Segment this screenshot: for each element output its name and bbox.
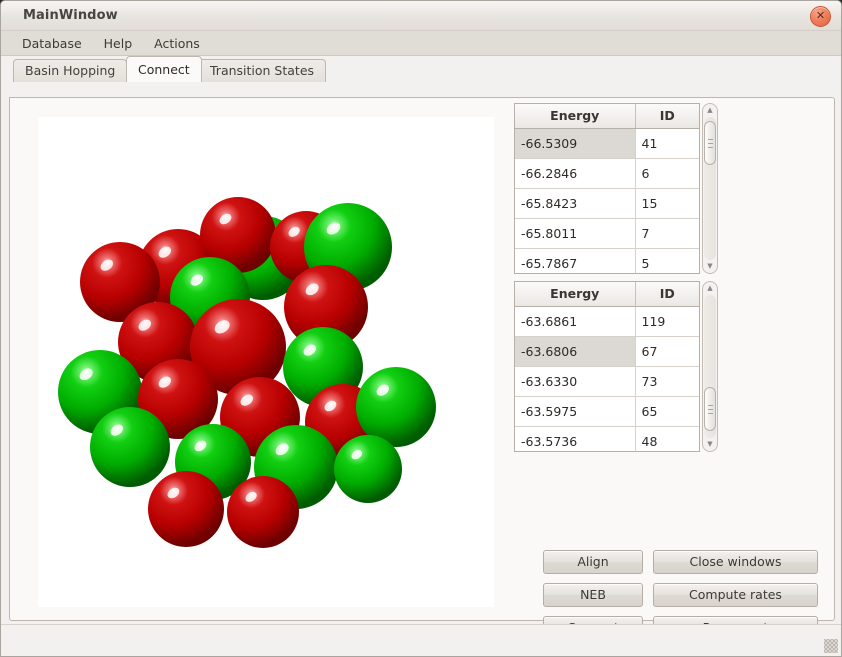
- cell-id[interactable]: 119: [635, 306, 699, 337]
- atom-sphere: [90, 407, 170, 487]
- cell-energy[interactable]: -65.8011: [515, 218, 636, 249]
- table-header-row: Energy ID: [515, 282, 699, 307]
- close-windows-button[interactable]: Close windows: [653, 550, 818, 574]
- title-bar: MainWindow ✕: [1, 1, 841, 31]
- cell-energy[interactable]: -63.5975: [515, 396, 636, 427]
- table-header-row: Energy ID: [515, 104, 699, 129]
- minima-table-scrollbar[interactable]: ▲ ▼: [702, 103, 718, 274]
- atom-sphere: [148, 471, 224, 547]
- scrollbar-grip-icon: [708, 139, 713, 148]
- menu-bar: Database Help Actions: [1, 31, 841, 56]
- tab-transition-states[interactable]: Transition States: [198, 59, 327, 82]
- scroll-down-arrow[interactable]: ▼: [703, 260, 717, 273]
- table-row[interactable]: -66.5309 41: [515, 128, 699, 159]
- column-header-energy[interactable]: Energy: [515, 104, 636, 129]
- transition-states-table-scrollbar[interactable]: ▲ ▼: [702, 281, 718, 452]
- transition-states-table[interactable]: Energy ID -63.6861 119 -63.6806 67 -63.6330 7…: [515, 282, 699, 451]
- cell-id[interactable]: 65: [635, 396, 699, 427]
- cell-id[interactable]: 67: [635, 336, 699, 367]
- cell-energy[interactable]: -65.8423: [515, 188, 636, 219]
- menu-item-actions[interactable]: Actions: [145, 33, 209, 54]
- tab-bar: Basin Hopping Connect Transition States: [1, 56, 841, 82]
- cell-energy[interactable]: -63.6806: [515, 336, 636, 367]
- cell-id[interactable]: 48: [635, 426, 699, 451]
- cell-energy[interactable]: -65.7867: [515, 248, 636, 273]
- tab-basin-hopping[interactable]: Basin Hopping: [13, 59, 128, 82]
- cell-id[interactable]: 73: [635, 366, 699, 397]
- scrollbar-grip-icon: [708, 405, 713, 414]
- close-window-button[interactable]: ✕: [810, 6, 831, 27]
- cell-id[interactable]: 5: [635, 248, 699, 273]
- scroll-down-arrow[interactable]: ▼: [703, 438, 717, 451]
- transition-states-table-frame: Energy ID -63.6861 119 -63.6806 67 -63.6330 7…: [514, 281, 700, 452]
- minima-table[interactable]: Energy ID -66.5309 41 -66.2846 6 -65.8423 15-…: [515, 104, 699, 273]
- cell-energy[interactable]: -63.6861: [515, 306, 636, 337]
- scroll-up-arrow[interactable]: ▲: [703, 282, 717, 295]
- tab-connect[interactable]: Connect: [126, 56, 202, 82]
- close-icon: ✕: [815, 9, 826, 22]
- molecule-viewport[interactable]: [38, 117, 494, 607]
- column-header-energy[interactable]: Energy: [515, 282, 636, 307]
- column-header-id[interactable]: ID: [635, 282, 699, 307]
- neb-button[interactable]: NEB: [543, 583, 643, 607]
- table-row[interactable]: -63.6330 73: [515, 366, 699, 397]
- cell-id[interactable]: 7: [635, 218, 699, 249]
- scrollbar-thumb[interactable]: [704, 121, 716, 165]
- table-row[interactable]: -65.7867 5: [515, 248, 699, 273]
- minima-table-body: -66.5309 41 -66.2846 6 -65.8423 15 -65.8011 7 -6…: [515, 128, 699, 273]
- molecule-render: [58, 197, 436, 548]
- align-button[interactable]: Align: [543, 550, 643, 574]
- transition-states-table-block: Energy ID -63.6861 119 -63.6806 67 -63.6330 7…: [514, 281, 718, 452]
- cell-id[interactable]: 41: [635, 128, 699, 159]
- resize-grip-icon[interactable]: [824, 639, 838, 653]
- main-window: MainWindow ✕ Database Help Actions Basin…: [0, 0, 842, 657]
- atom-sphere: [334, 435, 402, 503]
- menu-item-database[interactable]: Database: [13, 33, 91, 54]
- cell-energy[interactable]: -66.2846: [515, 158, 636, 189]
- status-bar: [1, 624, 841, 656]
- compute-rates-button[interactable]: Compute rates: [653, 583, 818, 607]
- table-row[interactable]: -63.5736 48: [515, 426, 699, 451]
- menu-item-help[interactable]: Help: [95, 33, 142, 54]
- table-row[interactable]: -63.6861 119: [515, 306, 699, 337]
- column-header-id[interactable]: ID: [635, 104, 699, 129]
- cell-id[interactable]: 6: [635, 158, 699, 189]
- atom-sphere: [227, 476, 299, 548]
- scroll-up-arrow[interactable]: ▲: [703, 104, 717, 117]
- window-title: MainWindow: [23, 8, 118, 23]
- table-row[interactable]: -66.2846 6: [515, 158, 699, 189]
- scrollbar-thumb[interactable]: [704, 387, 716, 431]
- cell-id[interactable]: 15: [635, 188, 699, 219]
- connect-tab-panel: Energy ID -66.5309 41 -66.2846 6 -65.8423 15-…: [9, 97, 835, 656]
- minima-table-frame: Energy ID -66.5309 41 -66.2846 6 -65.8423 15-…: [514, 103, 700, 274]
- table-row[interactable]: -63.5975 65: [515, 396, 699, 427]
- cell-energy[interactable]: -63.5736: [515, 426, 636, 451]
- table-row[interactable]: -65.8423 15: [515, 188, 699, 219]
- table-row[interactable]: -63.6806 67: [515, 336, 699, 367]
- table-row[interactable]: -65.8011 7: [515, 218, 699, 249]
- cell-energy[interactable]: -66.5309: [515, 128, 636, 159]
- minima-table-block: Energy ID -66.5309 41 -66.2846 6 -65.8423 15-…: [514, 103, 718, 274]
- cell-energy[interactable]: -63.6330: [515, 366, 636, 397]
- transition-states-table-body: -63.6861 119 -63.6806 67 -63.6330 73 -63.5975 6…: [515, 306, 699, 451]
